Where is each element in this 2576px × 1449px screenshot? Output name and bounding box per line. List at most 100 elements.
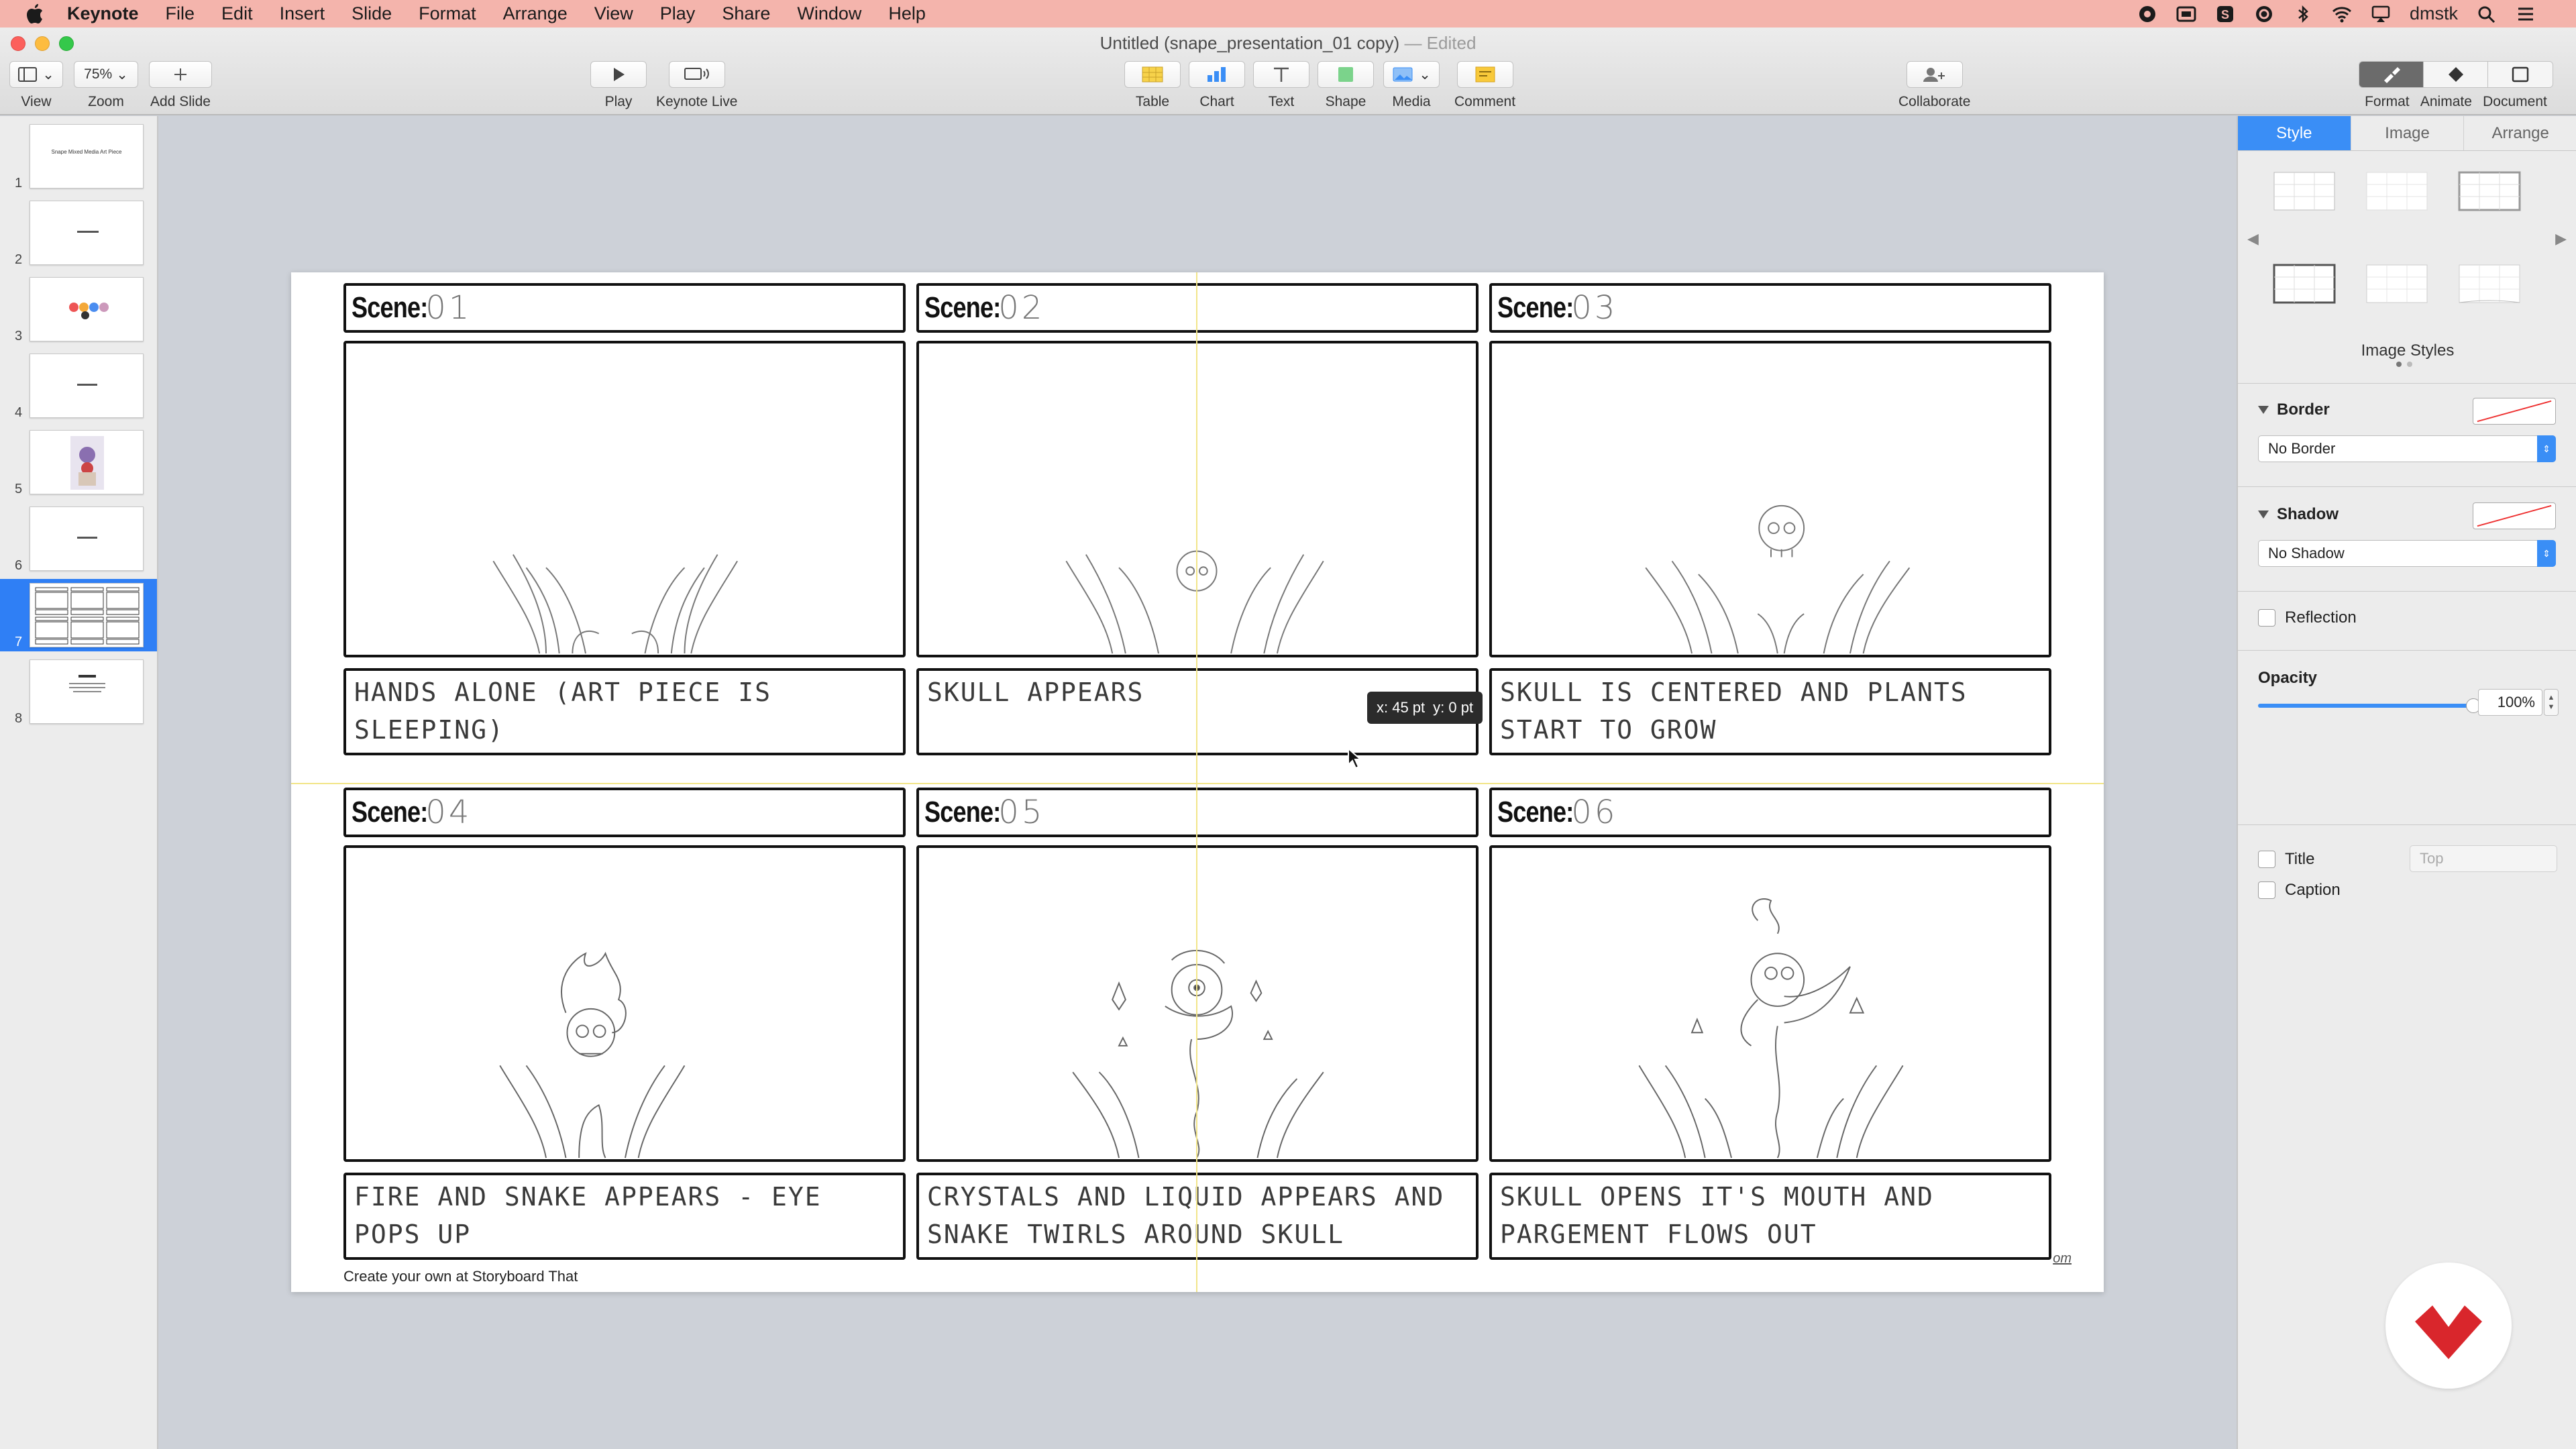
view-control[interactable]: ⌄ View <box>9 61 63 110</box>
scene-caption-4[interactable]: FIRE AND SNAKE APPEARS - EYE POPS UP <box>343 1173 906 1260</box>
border-style-popup[interactable]: No Border ⇕ <box>2258 435 2556 462</box>
slide-thumbnail-3[interactable]: 3 <box>0 273 157 345</box>
title-option[interactable]: Title <box>2258 850 2314 869</box>
menu-play[interactable]: Play <box>660 3 696 24</box>
shadow-color-well[interactable] <box>2473 502 2556 529</box>
bluetooth-icon[interactable] <box>2293 5 2313 23</box>
menu-view[interactable]: View <box>594 3 633 24</box>
text-control[interactable]: Text <box>1253 61 1309 110</box>
animate-tab-button[interactable] <box>2424 62 2488 87</box>
tab-style[interactable]: Style <box>2238 116 2351 150</box>
inspector-segmented-control[interactable] <box>2359 61 2553 88</box>
image-style-6[interactable] <box>2457 262 2522 305</box>
slide-thumbnail-2[interactable]: 2 <box>0 197 157 269</box>
image-style-5[interactable] <box>2364 262 2430 305</box>
menu-file[interactable]: File <box>166 3 195 24</box>
scene-caption-1[interactable]: HANDS ALONE (ART PIECE IS SLEEPING) <box>343 668 906 755</box>
menu-edit[interactable]: Edit <box>221 3 253 24</box>
opacity-stepper[interactable]: ▲ ▼ <box>2544 689 2559 716</box>
inspector-switcher[interactable]: Format Animate Document <box>2359 61 2553 110</box>
add-slide-button[interactable] <box>149 61 212 88</box>
scene-caption-5[interactable]: CRYSTALS AND LIQUID APPEARS AND SNAKE TW… <box>916 1173 1479 1260</box>
caption-option[interactable]: Caption <box>2258 881 2341 900</box>
apple-menu-icon[interactable] <box>24 3 44 25</box>
scene-caption-6[interactable]: SKULL OPENS IT'S MOUTH AND PARGEMENT FLO… <box>1489 1173 2051 1260</box>
zoom-control[interactable]: 75% ⌄ Zoom <box>74 61 138 110</box>
previous-styles-arrow-icon[interactable]: ◀ <box>2247 230 2259 248</box>
slide-thumbnail-6[interactable]: 6 <box>0 502 157 575</box>
stepper-down-icon[interactable]: ▼ <box>2548 702 2555 712</box>
scene-panel-4[interactable] <box>343 845 906 1162</box>
scene-header-6[interactable]: Scene: 06 <box>1489 788 2051 837</box>
shadow-section-toggle[interactable]: Shadow <box>2258 505 2339 524</box>
image-style-3[interactable] <box>2457 170 2522 213</box>
collaborate-control[interactable]: Collaborate <box>1898 61 1970 110</box>
storyboard-slide[interactable]: Scene: 01 Scene: 02 Scene: 03 HANDS ALON… <box>291 272 2104 1292</box>
text-button[interactable] <box>1253 61 1309 88</box>
collaborate-button[interactable] <box>1906 61 1963 88</box>
vpn-icon[interactable] <box>2254 5 2274 23</box>
comment-control[interactable]: Comment <box>1454 61 1515 110</box>
scene-panel-6[interactable] <box>1489 845 2051 1162</box>
table-control[interactable]: Table <box>1124 61 1181 110</box>
add-slide-control[interactable]: Add Slide <box>149 61 212 110</box>
scene-panel-5[interactable] <box>916 845 1479 1162</box>
tab-arrange[interactable]: Arrange <box>2464 116 2576 150</box>
menu-user-name[interactable]: dmstk <box>2410 3 2458 24</box>
format-tab-button[interactable] <box>2359 62 2424 87</box>
scene-caption-3[interactable]: SKULL IS CENTERED AND PLANTS START TO GR… <box>1489 668 2051 755</box>
scene-panel-3[interactable] <box>1489 341 2051 657</box>
border-section-toggle[interactable]: Border <box>2258 400 2330 419</box>
s-app-icon[interactable]: S <box>2215 5 2235 23</box>
reflection-checkbox[interactable] <box>2258 609 2275 627</box>
comment-button[interactable] <box>1456 61 1513 88</box>
menu-format[interactable]: Format <box>419 3 476 24</box>
slide-thumbnail-1[interactable]: 1 Snape Mixed Media Art Piece <box>0 120 157 193</box>
image-style-1[interactable] <box>2271 170 2337 213</box>
view-button[interactable]: ⌄ <box>9 61 63 88</box>
keynote-live-button[interactable] <box>668 61 725 88</box>
menu-arrange[interactable]: Arrange <box>503 3 568 24</box>
media-control[interactable]: ⌄ Media <box>1383 61 1440 110</box>
menu-insert[interactable]: Insert <box>280 3 325 24</box>
table-button[interactable] <box>1124 61 1181 88</box>
scene-panel-1[interactable] <box>343 341 906 657</box>
menu-help[interactable]: Help <box>888 3 926 24</box>
slide-thumbnail-5[interactable]: 5 <box>0 426 157 498</box>
title-position-popup[interactable]: Top <box>2410 845 2557 872</box>
title-checkbox[interactable] <box>2258 851 2275 868</box>
image-style-4[interactable] <box>2271 262 2337 305</box>
scene-header-2[interactable]: Scene: 02 <box>916 283 1479 333</box>
scene-header-5[interactable]: Scene: 05 <box>916 788 1479 837</box>
opacity-slider-track[interactable] <box>2258 704 2473 708</box>
page-dot[interactable] <box>2407 362 2412 367</box>
play-control[interactable]: Play <box>590 61 647 110</box>
scene-header-3[interactable]: Scene: 03 <box>1489 283 2051 333</box>
slide-thumbnail-8[interactable]: 8 <box>0 655 157 728</box>
menu-app-name[interactable]: Keynote <box>67 3 139 24</box>
image-style-2[interactable] <box>2364 170 2430 213</box>
caption-checkbox[interactable] <box>2258 881 2275 899</box>
page-dot-active[interactable] <box>2396 362 2402 367</box>
scene-header-4[interactable]: Scene: 04 <box>343 788 906 837</box>
scene-panel-2[interactable] <box>916 341 1479 657</box>
play-button[interactable] <box>590 61 647 88</box>
airplay-icon[interactable] <box>2371 5 2391 23</box>
chart-button[interactable] <box>1189 61 1245 88</box>
slide-thumbnail-7[interactable]: 7 <box>0 579 157 651</box>
border-color-well[interactable] <box>2473 398 2556 425</box>
reflection-option[interactable]: Reflection <box>2258 608 2357 627</box>
scene-header-1[interactable]: Scene: 01 <box>343 283 906 333</box>
media-button[interactable]: ⌄ <box>1383 61 1440 88</box>
screen-icon[interactable] <box>2176 5 2196 23</box>
notification-center-icon[interactable] <box>2516 5 2536 23</box>
keynote-live-control[interactable]: Keynote Live <box>656 61 737 110</box>
menu-slide[interactable]: Slide <box>352 3 392 24</box>
creative-cloud-icon[interactable] <box>2137 5 2157 23</box>
next-styles-arrow-icon[interactable]: ▶ <box>2555 230 2567 248</box>
wifi-icon[interactable] <box>2332 5 2352 23</box>
zoom-popup[interactable]: 75% ⌄ <box>74 61 138 88</box>
spotlight-search-icon[interactable] <box>2477 5 2497 23</box>
shape-control[interactable]: Shape <box>1318 61 1374 110</box>
menu-share[interactable]: Share <box>722 3 770 24</box>
